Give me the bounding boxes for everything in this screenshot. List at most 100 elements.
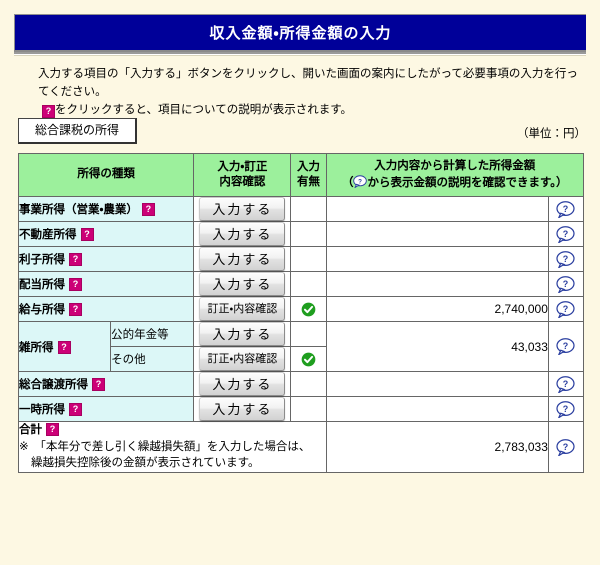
input-button-general-transfer-income[interactable]: 入力する [199, 372, 286, 397]
help-question-icon[interactable]: ? [80, 228, 94, 242]
action-cell: 入力する [193, 221, 292, 248]
amount-cell [325, 196, 549, 223]
row-label-text: 雑所得 [19, 341, 54, 354]
table-row-total: 合計? ※ 「本年分で差し引く繰越損失額」を入力した場合は、 繰越損失控除後の金… [18, 421, 585, 474]
column-header-flag-line1: 入力 [296, 160, 320, 173]
svg-text:?: ? [563, 279, 568, 289]
svg-text:?: ? [563, 379, 568, 389]
help-cell: ? [547, 371, 585, 398]
help-question-icon[interactable]: ? [69, 303, 82, 317]
row-label-real-estate-income: 不動産所得? [17, 221, 195, 248]
column-header-entry-flag: 入力 有無 [290, 152, 327, 198]
entry-flag-cell [290, 346, 327, 373]
svg-text:?: ? [563, 404, 568, 414]
table-row: 事業所得（営業・農業）? 入力する ? [17, 196, 585, 223]
tab-row: 総合課税の所得 （単位：円） [18, 118, 586, 145]
help-question-icon[interactable]: ? [141, 203, 155, 217]
table-row: 配当所得? 入力する ? [17, 271, 585, 298]
help-question-icon[interactable]: ? [92, 378, 105, 392]
help-bubble-icon[interactable]: ? [556, 338, 576, 356]
help-bubble-icon[interactable]: ? [556, 250, 576, 268]
sub-row-label-public-pension: 公的年金等 [110, 321, 195, 348]
row-label-text: 利子所得 [19, 254, 65, 267]
svg-text:?: ? [563, 304, 568, 314]
row-label-text: 事業所得（営業・農業） [19, 204, 138, 217]
total-title: 合計 [19, 424, 42, 437]
help-cell: ? [547, 396, 585, 423]
entry-flag-cell [290, 396, 327, 423]
amount-cell-misc-income: 43,033 [325, 321, 549, 373]
entry-flag-cell [290, 221, 327, 248]
action-cell: 入力する [193, 371, 292, 398]
help-cell: ? [547, 321, 585, 373]
row-label-occasional-income: 一時所得? [17, 396, 195, 423]
total-note-line-2: 繰越損失控除後の金額が表示されています。 [31, 457, 260, 470]
row-label-general-transfer-income: 総合譲渡所得? [17, 371, 195, 398]
row-label-dividend-income: 配当所得? [17, 271, 195, 298]
entry-flag-cell [290, 246, 327, 273]
input-button-dividend-income[interactable]: 入力する [199, 272, 286, 297]
column-header-amount: 入力内容から計算した所得金額 （? から表示金額の説明を確認できます。） [325, 152, 585, 198]
help-question-icon[interactable]: ? [42, 104, 55, 118]
row-label-text: 総合譲渡所得 [19, 379, 88, 392]
column-header-action-line2: 内容確認 [219, 176, 266, 189]
svg-text:?: ? [563, 204, 568, 214]
verify-button-salary-income[interactable]: 訂正・内容確認 [199, 297, 286, 322]
help-bubble-icon[interactable]: ? [556, 438, 576, 456]
help-cell: ? [547, 221, 585, 248]
input-button-real-estate-income[interactable]: 入力する [199, 222, 286, 247]
input-button-interest-income[interactable]: 入力する [199, 247, 286, 272]
entry-flag-cell [290, 296, 327, 323]
page-title: 収入金額・所得金額の入力 [14, 14, 586, 50]
action-cell: 入力する [193, 196, 292, 223]
help-cell: ? [547, 421, 585, 474]
row-label-interest-income: 利子所得? [17, 246, 195, 273]
row-label-text: 配当所得 [19, 279, 65, 292]
help-bubble-icon[interactable]: ? [556, 200, 576, 218]
row-label-text: 一時所得 [19, 404, 65, 417]
row-label-text: 不動産所得 [19, 229, 77, 242]
tab-comprehensive-taxation-income[interactable]: 総合課税の所得 [18, 118, 138, 145]
action-cell: 入力する [193, 271, 292, 298]
row-label-business-income: 事業所得（営業・農業）? [17, 196, 195, 223]
svg-text:?: ? [563, 442, 568, 452]
help-bubble-icon[interactable]: ? [556, 400, 576, 418]
column-header-flag-line2: 有無 [296, 176, 320, 189]
action-cell: 訂正・内容確認 [193, 296, 292, 323]
table-row: 雑所得? 公的年金等 入力する 43,033 ? [17, 321, 585, 373]
svg-text:?: ? [563, 229, 568, 239]
help-bubble-icon[interactable]: ? [556, 300, 576, 318]
help-cell: ? [547, 196, 585, 223]
action-cell: 入力する [193, 246, 292, 273]
instructions-line-2: ? をクリックすると、項目についての説明が表示されます。 [38, 102, 586, 120]
total-label-cell: 合計? ※ 「本年分で差し引く繰越損失額」を入力した場合は、 繰越損失控除後の金… [18, 421, 327, 474]
amount-cell [325, 371, 549, 398]
help-question-icon[interactable]: ? [69, 403, 82, 417]
action-cell: 入力する [193, 396, 292, 423]
amount-cell [325, 221, 549, 248]
svg-text:?: ? [563, 254, 568, 264]
column-header-amount-line2-prefix: （ [341, 176, 354, 189]
help-question-icon[interactable]: ? [69, 253, 82, 267]
action-cell: 入力する [193, 321, 292, 348]
input-button-public-pension[interactable]: 入力する [199, 322, 286, 347]
help-bubble-icon[interactable]: ? [556, 275, 576, 293]
horizontal-divider [14, 52, 586, 55]
amount-cell [325, 271, 549, 298]
instructions-line-2-text: をクリックすると、項目についての説明が表示されます。 [55, 103, 353, 116]
table-row: 一時所得? 入力する ? [17, 396, 585, 423]
help-question-icon[interactable]: ? [46, 423, 59, 437]
help-question-icon[interactable]: ? [57, 340, 71, 354]
help-bubble-icon[interactable]: ? [556, 375, 576, 393]
input-button-occasional-income[interactable]: 入力する [199, 397, 286, 422]
help-bubble-icon[interactable]: ? [556, 225, 576, 243]
row-label-misc-income: 雑所得? [17, 321, 112, 373]
column-header-action: 入力・訂正 内容確認 [193, 152, 292, 198]
column-header-amount-line2-suffix: から表示金額の説明を確認できます。） [367, 176, 568, 189]
unit-note: （単位：円） [517, 128, 586, 140]
sub-row-label-other: その他 [110, 346, 195, 373]
help-cell: ? [547, 296, 585, 323]
input-button-business-income[interactable]: 入力する [199, 197, 286, 222]
help-question-icon[interactable]: ? [69, 278, 82, 292]
verify-button-other-misc[interactable]: 訂正・内容確認 [199, 347, 286, 372]
